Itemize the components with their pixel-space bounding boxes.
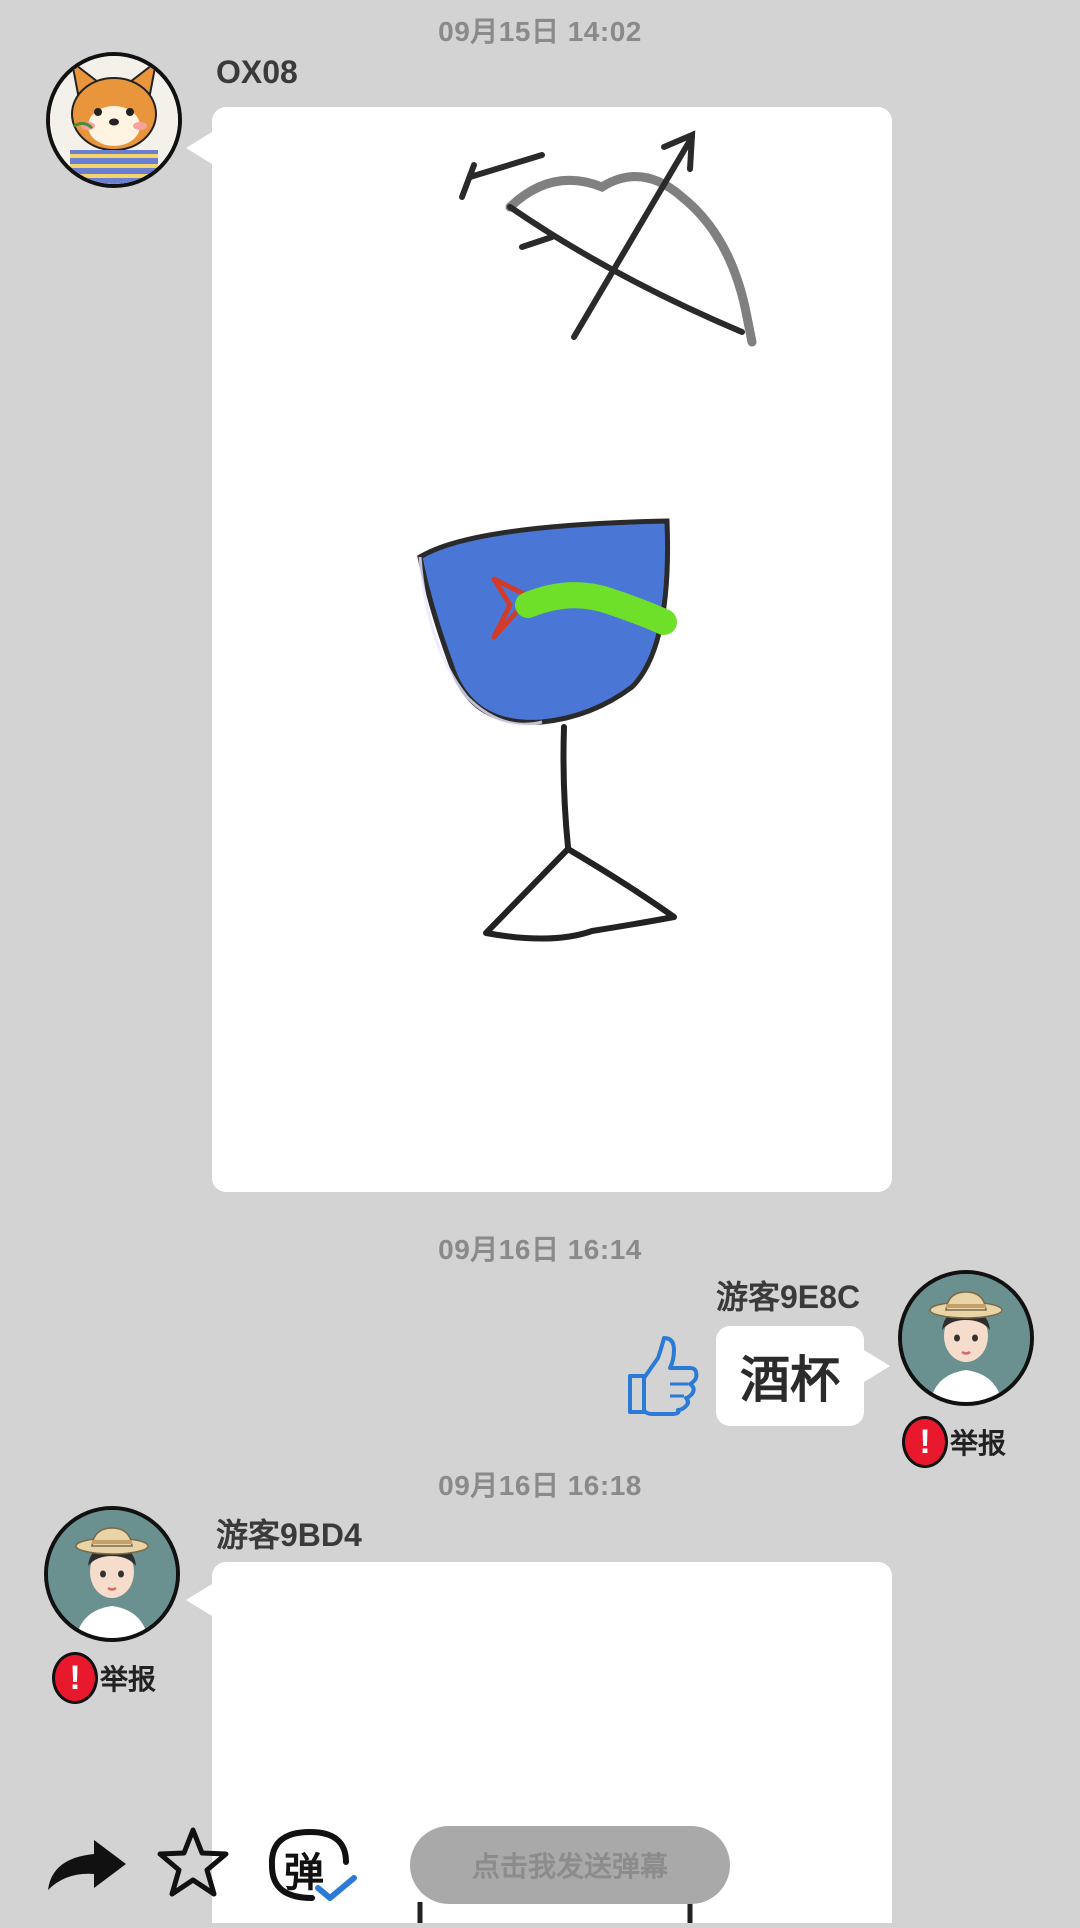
avatar[interactable] xyxy=(46,52,182,188)
bubble-tail xyxy=(186,132,212,164)
report-button[interactable]: ! 举报 xyxy=(902,1416,1006,1468)
bubble-tail xyxy=(186,1584,212,1616)
report-label: 举报 xyxy=(100,1664,157,1695)
danmaku-toggle-glyph: 弹 xyxy=(284,1850,324,1896)
danmaku-toggle-icon[interactable]: 弹 xyxy=(262,1826,362,1904)
bubble-tail xyxy=(864,1350,890,1382)
exclamation-icon: ! xyxy=(902,1416,948,1468)
share-arrow-icon[interactable] xyxy=(44,1836,128,1894)
thumbs-up-icon[interactable] xyxy=(624,1332,700,1416)
girl-straw-hat-avatar-icon xyxy=(48,1510,176,1638)
message-timestamp: 09月16日 16:14 xyxy=(438,1234,642,1265)
danmaku-input[interactable]: 点击我发送弹幕 xyxy=(410,1826,730,1904)
girl-straw-hat-avatar-icon xyxy=(902,1274,1030,1402)
avatar[interactable] xyxy=(898,1270,1034,1406)
message-timestamp: 09月16日 16:18 xyxy=(438,1470,642,1501)
avatar[interactable] xyxy=(44,1506,180,1642)
star-icon[interactable] xyxy=(156,1826,230,1898)
text-message-bubble[interactable]: 酒杯 xyxy=(716,1326,864,1426)
message-timestamp: 09月15日 14:02 xyxy=(438,16,642,47)
wine-glass-drawing xyxy=(417,130,757,942)
shiba-dog-avatar-icon xyxy=(50,56,178,184)
report-label: 举报 xyxy=(950,1428,1007,1459)
exclamation-icon: ! xyxy=(52,1652,98,1704)
username[interactable]: OX08 xyxy=(216,54,298,91)
username[interactable]: 游客9E8C xyxy=(716,1272,860,1318)
report-button[interactable]: ! 举报 xyxy=(52,1652,156,1704)
username[interactable]: 游客9BD4 xyxy=(216,1510,362,1556)
drawing-bubble[interactable] xyxy=(212,107,892,1192)
